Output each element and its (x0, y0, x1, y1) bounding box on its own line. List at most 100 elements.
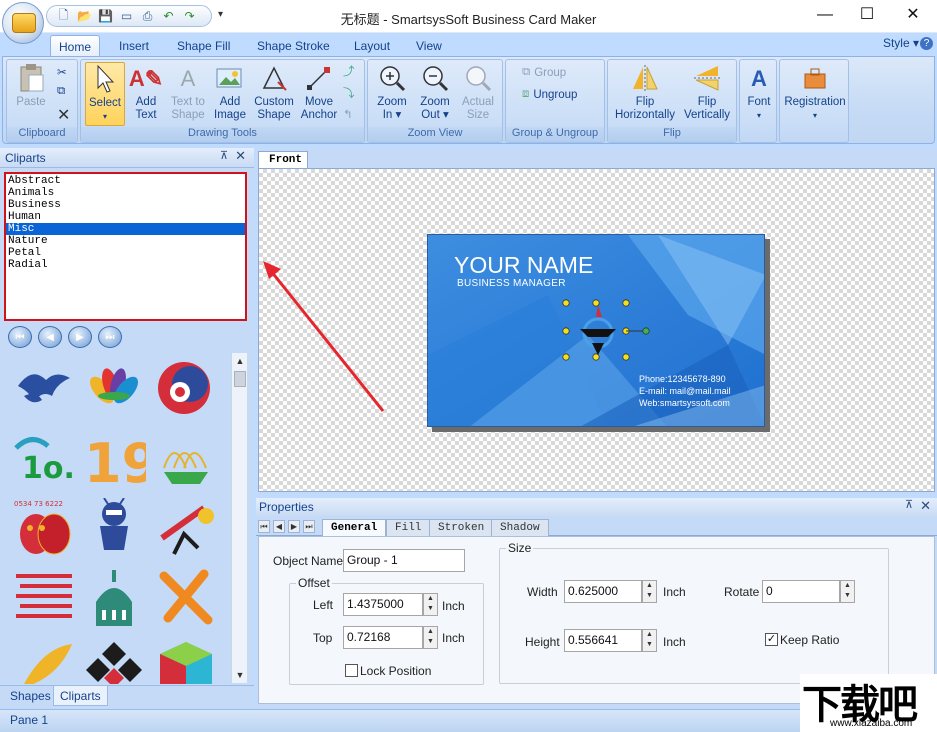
tab-scroll-next-icon[interactable]: ▶ (288, 520, 300, 533)
flip-vertically-button[interactable]: Flip Vertically (680, 62, 734, 122)
category-item[interactable]: Petal (6, 247, 245, 259)
height-field[interactable]: 0.556641 (564, 629, 642, 652)
clipart-runner-thumbnail[interactable] (154, 498, 218, 558)
tab-shape-fill[interactable]: Shape Fill (169, 35, 238, 57)
design-canvas[interactable]: YOUR NAME BUSINESS MANAGER Phone:1234567… (258, 168, 935, 492)
copy-icon[interactable]: ⧉ (57, 85, 65, 98)
width-spinner[interactable]: ▲▼ (642, 580, 657, 603)
text-to-shape-button[interactable]: A Text to Shape (167, 62, 209, 122)
selected-clipart-group[interactable] (554, 295, 674, 375)
rotate-spinner[interactable]: ▲▼ (840, 580, 855, 603)
tab-shapes[interactable]: Shapes (4, 686, 57, 706)
category-item[interactable]: Business (6, 199, 245, 211)
clipart-hands-thumbnail[interactable] (12, 356, 76, 416)
anchor-convert-icon[interactable]: ↰ (343, 107, 353, 121)
anchor-remove-icon[interactable]: ⤵ (343, 85, 355, 101)
actual-size-button[interactable]: Actual Size (458, 62, 498, 122)
clipart-cross-thumbnail[interactable] (154, 568, 218, 628)
first-page-button[interactable]: ⏮ (8, 326, 32, 348)
flip-horizontally-button[interactable]: Flip Horizontally (612, 62, 678, 122)
tab-insert[interactable]: Insert (111, 35, 157, 57)
gallery-scrollbar[interactable]: ▲ ▼ (231, 353, 247, 683)
move-anchor-button[interactable]: Move Anchor (299, 62, 339, 122)
category-item[interactable]: Radial (6, 259, 245, 271)
last-page-button[interactable]: ⏭ (98, 326, 122, 348)
help-icon[interactable]: ? (920, 37, 933, 50)
tab-fill[interactable]: Fill (386, 519, 430, 536)
business-card[interactable]: YOUR NAME BUSINESS MANAGER Phone:1234567… (427, 234, 765, 427)
clipart-stripes-thumbnail[interactable] (12, 568, 76, 628)
ungroup-button[interactable]: ⧈Ungroup (522, 88, 577, 101)
tab-scroll-prev-icon[interactable]: ◀ (273, 520, 285, 533)
next-page-button[interactable]: ▶ (68, 326, 92, 348)
maximize-button[interactable]: ☐ (852, 6, 882, 26)
tab-shape-stroke[interactable]: Shape Stroke (249, 35, 338, 57)
rotate-field[interactable]: 0 (762, 580, 840, 603)
application-menu-button[interactable] (2, 2, 44, 44)
left-spinner[interactable]: ▲▼ (423, 593, 438, 616)
scroll-up-icon[interactable]: ▲ (232, 353, 248, 369)
top-spinner[interactable]: ▲▼ (423, 626, 438, 649)
zoom-out-button[interactable]: Zoom Out ▾ (414, 62, 456, 122)
card-job-title[interactable]: BUSINESS MANAGER (457, 278, 566, 289)
font-button[interactable]: A Font▾ (742, 62, 776, 122)
category-item-selected[interactable]: Misc (6, 223, 245, 235)
minimize-button[interactable]: — (810, 6, 840, 26)
tab-scroll-last-icon[interactable]: ⏭ (303, 520, 315, 533)
category-item[interactable]: Abstract (6, 175, 245, 187)
height-spinner[interactable]: ▲▼ (642, 629, 657, 652)
scroll-down-icon[interactable]: ▼ (232, 667, 248, 683)
clipart-feather-thumbnail[interactable] (12, 638, 76, 684)
left-field[interactable]: 1.4375000 (343, 593, 423, 616)
clipart-swirl-thumbnail[interactable] (154, 356, 218, 416)
card-website[interactable]: Web:smartsyssoft.com (639, 398, 730, 408)
clipart-number19-thumbnail[interactable]: 19 (82, 428, 146, 488)
clipart-cube-thumbnail[interactable] (154, 638, 218, 684)
cut-icon[interactable]: ✂ (57, 65, 67, 79)
lock-position-checkbox[interactable] (345, 664, 358, 677)
tab-cliparts[interactable]: Cliparts (53, 686, 108, 706)
clipart-fountain-thumbnail[interactable] (154, 428, 218, 488)
close-pane-icon[interactable]: ✕ (235, 148, 246, 164)
clipart-dome-thumbnail[interactable] (82, 568, 146, 628)
anchor-add-icon[interactable]: ⤴ (343, 63, 355, 79)
clipart-robot-thumbnail[interactable] (82, 498, 146, 558)
card-phone[interactable]: Phone:12345678-890 (639, 374, 726, 384)
scroll-thumb[interactable] (234, 371, 246, 387)
delete-icon[interactable]: ✕ (57, 105, 70, 125)
close-pane-icon[interactable]: ✕ (920, 498, 931, 514)
top-field[interactable]: 0.72168 (343, 626, 423, 649)
tab-shadow[interactable]: Shadow (491, 519, 549, 536)
clipart-category-list[interactable]: Abstract Animals Business Human Misc Nat… (4, 172, 247, 321)
style-dropdown[interactable]: Style ▾ (883, 36, 919, 50)
add-text-button[interactable]: A✎ Add Text (129, 62, 163, 122)
keep-ratio-checkbox[interactable]: ✓ (765, 633, 778, 646)
clipart-masks-thumbnail[interactable]: 0534 73 6222 (12, 498, 76, 558)
category-item[interactable]: Nature (6, 235, 245, 247)
paste-button[interactable]: Paste (11, 62, 51, 109)
tab-stroken[interactable]: Stroken (429, 519, 493, 536)
width-field[interactable]: 0.625000 (564, 580, 642, 603)
object-name-field[interactable]: Group - 1 (343, 549, 465, 572)
tab-general[interactable]: General (322, 519, 386, 536)
card-email[interactable]: E-mail: mail@mail.mail (639, 386, 731, 396)
tab-view[interactable]: View (408, 35, 450, 57)
registration-button[interactable]: Registration▾ (782, 62, 848, 122)
zoom-in-button[interactable]: Zoom In ▾ (372, 62, 412, 122)
pin-icon[interactable]: ⊼ (905, 498, 913, 511)
clipart-diamonds-thumbnail[interactable] (82, 638, 146, 684)
group-button[interactable]: ⧉Group (522, 66, 566, 79)
tab-scroll-first-icon[interactable]: ⏮ (258, 520, 270, 533)
tab-home[interactable]: Home (50, 35, 100, 57)
pin-icon[interactable]: ⊼ (220, 149, 228, 162)
card-name[interactable]: YOUR NAME (454, 252, 593, 279)
category-item[interactable]: Animals (6, 187, 245, 199)
previous-page-button[interactable]: ◀ (38, 326, 62, 348)
close-button[interactable]: ✕ (898, 6, 928, 26)
custom-shape-button[interactable]: Custom Shape (253, 62, 295, 122)
select-button[interactable]: Select▾ (85, 62, 125, 126)
category-item[interactable]: Human (6, 211, 245, 223)
tab-layout[interactable]: Layout (346, 35, 398, 57)
clipart-peacock-thumbnail[interactable] (82, 356, 146, 416)
tab-front[interactable]: Front (258, 151, 308, 168)
